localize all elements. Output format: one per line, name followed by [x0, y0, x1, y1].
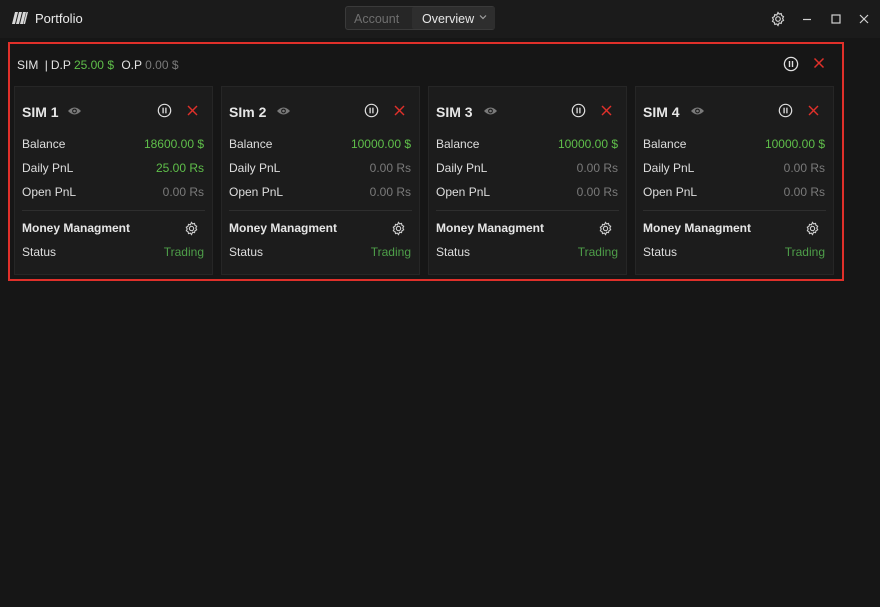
daily-pnl-value: 0.00 Rs: [783, 161, 825, 175]
eye-icon[interactable]: [276, 105, 291, 117]
tab-overview[interactable]: Overview: [422, 12, 474, 26]
open-pnl-value: 0.00 Rs: [369, 185, 411, 199]
account-card-3: SIM 3 Balance 10000.00 $ Daily PnL 0.00 …: [428, 86, 627, 275]
open-pnl-value: 0.00 $: [145, 58, 179, 72]
eye-icon[interactable]: [690, 105, 705, 117]
money-management-label: Money Managment: [22, 221, 131, 235]
daily-pnl-label: Daily PnL: [436, 161, 488, 175]
open-pnl-value: 0.00 Rs: [576, 185, 618, 199]
card-title: SIM 4: [643, 104, 680, 120]
logo-icon: [12, 12, 28, 24]
status-label: Status: [643, 245, 678, 259]
gear-icon[interactable]: [598, 221, 613, 236]
gear-icon: [771, 11, 785, 27]
pause-button[interactable]: [157, 103, 172, 118]
open-pnl-value: 0.00 Rs: [162, 185, 204, 199]
account-card-1: SIM 1 Balance 18600.00 $ Daily PnL 25.00…: [14, 86, 213, 275]
status-label: Status: [22, 245, 57, 259]
close-group-button[interactable]: [812, 56, 826, 70]
daily-pnl-label: D.P: [50, 58, 71, 72]
balance-label: Balance: [229, 137, 273, 151]
open-pnl-label: O.P: [121, 58, 142, 72]
close-icon[interactable]: [394, 105, 405, 116]
app-title: Portfolio: [35, 11, 83, 26]
group-name: SIM: [17, 58, 39, 72]
close-icon[interactable]: [187, 105, 198, 116]
card-title: SIM 3: [436, 104, 473, 120]
open-pnl-label: Open PnL: [436, 185, 491, 199]
balance-value: 18600.00 $: [143, 137, 204, 151]
status-value: Trading: [370, 245, 411, 259]
money-management-label: Money Managment: [436, 221, 545, 235]
pause-button[interactable]: [571, 103, 586, 118]
daily-pnl-value: 25.00 Rs: [155, 161, 204, 175]
status-label: Status: [436, 245, 471, 259]
close-icon[interactable]: [601, 105, 612, 116]
open-pnl-label: Open PnL: [22, 185, 77, 199]
mode-switch: Account Overview: [345, 6, 495, 30]
daily-pnl-value: 0.00 Rs: [369, 161, 411, 175]
pause-button[interactable]: [364, 103, 379, 118]
daily-pnl-label: Daily PnL: [229, 161, 281, 175]
eye-icon[interactable]: [483, 105, 498, 117]
status-value: Trading: [784, 245, 825, 259]
open-pnl-label: Open PnL: [229, 185, 284, 199]
minimize-button[interactable]: [798, 10, 816, 28]
card-title: SIm 2: [229, 104, 267, 120]
balance-label: Balance: [643, 137, 687, 151]
balance-label: Balance: [436, 137, 480, 151]
status-label: Status: [229, 245, 264, 259]
chevron-down-icon[interactable]: [479, 13, 487, 21]
close-window-button[interactable]: [855, 10, 873, 28]
card-title: SIM 1: [22, 104, 59, 120]
status-value: Trading: [577, 245, 618, 259]
group-header: SIM | D.P 25.00 $ O.P 0.00 $: [17, 58, 179, 72]
daily-pnl-value: 25.00 $: [73, 58, 114, 72]
pause-button[interactable]: [778, 103, 793, 118]
tab-account[interactable]: Account: [354, 12, 399, 26]
divider: [229, 210, 412, 211]
portfolio-group: SIM | D.P 25.00 $ O.P 0.00 $ SIM 1 Balanc…: [8, 42, 844, 281]
maximize-button[interactable]: [827, 10, 845, 28]
balance-value: 10000.00 $: [350, 137, 411, 151]
open-pnl-value: 0.00 Rs: [783, 185, 825, 199]
money-management-label: Money Managment: [643, 221, 752, 235]
title-bar: Portfolio Account Overview: [0, 0, 880, 38]
eye-icon[interactable]: [67, 105, 82, 117]
gear-icon[interactable]: [805, 221, 820, 236]
money-management-label: Money Managment: [229, 221, 338, 235]
daily-pnl-label: Daily PnL: [643, 161, 695, 175]
gear-icon[interactable]: [184, 221, 199, 236]
maximize-icon: [831, 14, 841, 24]
balance-value: 10000.00 $: [764, 137, 825, 151]
close-icon: [859, 14, 869, 24]
balance-value: 10000.00 $: [557, 137, 618, 151]
group-separator: |: [44, 58, 48, 72]
daily-pnl-label: Daily PnL: [22, 161, 74, 175]
pause-all-button[interactable]: [783, 56, 799, 72]
status-value: Trading: [163, 245, 204, 259]
settings-button[interactable]: [769, 10, 787, 28]
account-card-2: SIm 2 Balance 10000.00 $ Daily PnL 0.00 …: [221, 86, 420, 275]
open-pnl-label: Open PnL: [643, 185, 698, 199]
account-card-4: SIM 4 Balance 10000.00 $ Daily PnL 0.00 …: [635, 86, 834, 275]
daily-pnl-value: 0.00 Rs: [576, 161, 618, 175]
close-icon[interactable]: [808, 105, 819, 116]
divider: [22, 210, 205, 211]
divider: [643, 210, 826, 211]
balance-label: Balance: [22, 137, 66, 151]
divider: [436, 210, 619, 211]
gear-icon[interactable]: [391, 221, 406, 236]
minimize-icon: [803, 18, 811, 21]
